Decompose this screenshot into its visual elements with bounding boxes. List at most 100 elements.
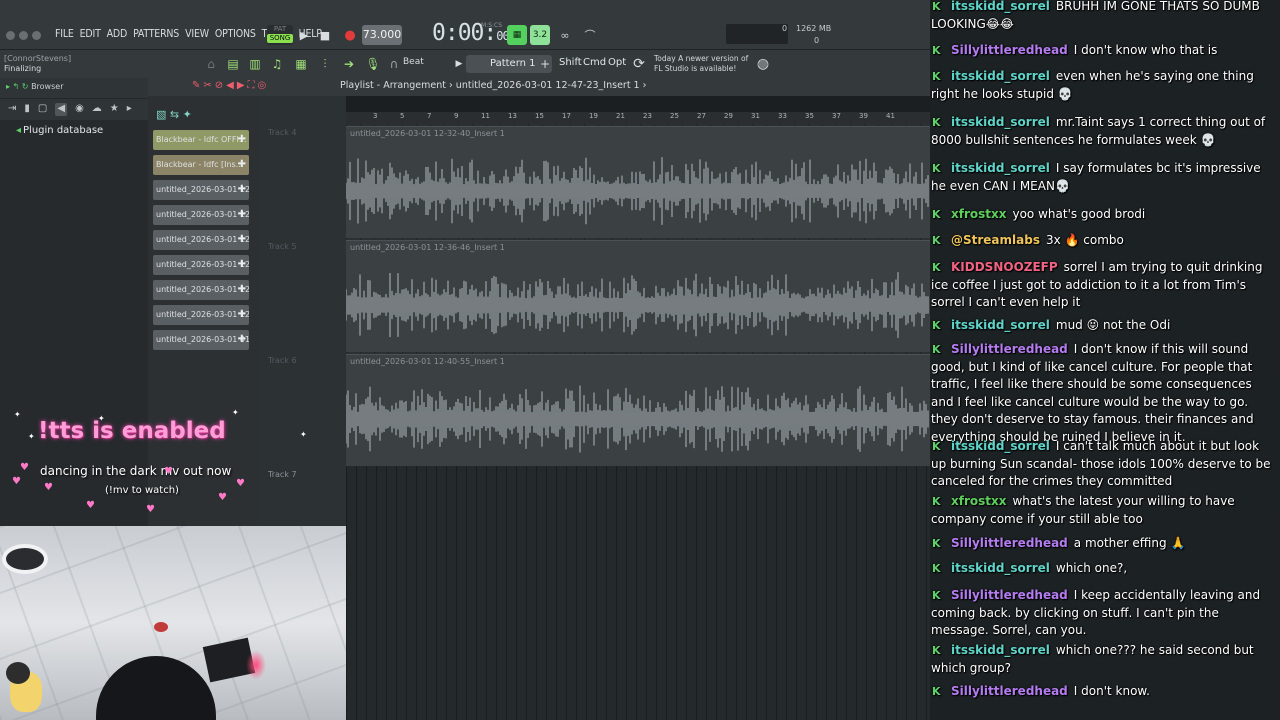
chat-username[interactable]: KIDDSNOOZEFP — [951, 260, 1058, 274]
channel-item[interactable]: untitled_2026-03-01 12-...✚ — [153, 305, 249, 325]
browser-header: ▸ ↰ ↻ Browser — [0, 78, 148, 98]
opt-button[interactable]: Opt — [608, 57, 626, 68]
track-label[interactable]: Track 5 — [268, 242, 297, 251]
chat-username[interactable]: itsskidd_sorrel — [951, 318, 1050, 332]
speaker-icon[interactable]: ◀ — [55, 103, 68, 116]
chat-username[interactable]: Sillylittleredhead — [951, 342, 1068, 356]
stop-icon[interactable]: ■ — [315, 25, 335, 45]
chat-username[interactable]: @Streamlabs — [951, 233, 1040, 247]
metronome-icon[interactable]: ▦ — [507, 25, 527, 45]
menu-options[interactable]: OPTIONS — [212, 28, 259, 40]
audio-clip[interactable]: untitled_2026-03-01 12-40-55_Insert 1 — [346, 354, 930, 466]
channel-add-icon[interactable]: ✚ — [238, 180, 246, 200]
step-edit-icon[interactable]: ⌒ — [580, 25, 600, 45]
magnet-icon[interactable]: ∩ — [385, 55, 403, 73]
piano-roll-icon[interactable]: ♫ — [268, 55, 286, 73]
chat-username[interactable]: itsskidd_sorrel — [951, 643, 1050, 657]
view-icon[interactable]: ▢ — [38, 103, 47, 116]
ceiling-lamp — [2, 544, 48, 574]
maximize-dot[interactable] — [32, 31, 41, 40]
picker-tools-icon[interactable]: ▧ ⇆ ✦ — [156, 108, 192, 121]
channel-add-icon[interactable]: ✚ — [238, 280, 246, 300]
heart-icon: ♥ — [236, 478, 245, 489]
menu-edit[interactable]: EDIT — [77, 28, 104, 40]
chat-username[interactable]: Sillylittleredhead — [951, 684, 1068, 698]
plugin-picker-icon[interactable]: ⫶ — [316, 55, 334, 73]
channel-item[interactable]: untitled_2026-03-01 12-...✚ — [153, 255, 249, 275]
clip-name: untitled_2026-03-01 12-32-40_Insert 1 — [350, 129, 505, 138]
add-pattern-icon[interactable]: + — [536, 55, 554, 73]
channel-label: untitled_2026-03-01 12-... — [156, 235, 249, 244]
chat-username[interactable]: itsskidd_sorrel — [951, 439, 1050, 453]
chat-message: K Sillylittleredhead I don't know if this … — [931, 341, 1276, 446]
chat-username[interactable]: itsskidd_sorrel — [951, 115, 1050, 129]
chat-username[interactable]: itsskidd_sorrel — [951, 161, 1050, 175]
empty-track-area[interactable] — [346, 466, 930, 720]
window-controls[interactable] — [6, 31, 41, 40]
file-icon[interactable]: ▮ — [24, 103, 30, 116]
chat-username[interactable]: itsskidd_sorrel — [951, 561, 1050, 575]
channel-item[interactable]: Blackbear - Idfc [Ins... ✚ — [153, 155, 249, 175]
channel-add-icon[interactable]: ✚ — [238, 130, 246, 150]
news-panel[interactable]: Today A newer version of FL Studio is av… — [654, 54, 748, 74]
sounds-icon[interactable]: ◉ — [75, 103, 84, 116]
menu-patterns[interactable]: PATTERNS — [130, 28, 182, 40]
channel-add-icon[interactable]: ✚ — [238, 155, 246, 175]
audio-clip[interactable]: untitled_2026-03-01 12-36-46_Insert 1 — [346, 240, 930, 352]
chat-username[interactable]: xfrostxx — [951, 207, 1006, 221]
playlist-tools-icon[interactable]: ✎✂⊘◀▶⛶◎ — [192, 80, 269, 91]
shift-button[interactable]: Shift — [559, 57, 582, 68]
menu-file[interactable]: FILE — [52, 28, 77, 40]
chat-username[interactable]: xfrostxx — [951, 494, 1006, 508]
channel-item[interactable]: untitled_2026-03-01 12-...✚ — [153, 180, 249, 200]
channel-item[interactable]: untitled_2026-03-01 01... ✚ — [153, 330, 249, 350]
more-icon[interactable]: ▸ — [127, 103, 132, 116]
microphone-icon[interactable]: 🎙 — [364, 55, 382, 73]
loop-record-icon[interactable]: ∞ — [555, 25, 575, 45]
favorite-icon[interactable]: ★ — [110, 103, 119, 116]
chat-username[interactable]: Sillylittleredhead — [951, 588, 1068, 602]
playlist-icon[interactable]: ▤ — [224, 55, 242, 73]
snap-beat[interactable]: Beat — [403, 57, 424, 67]
chat-message: Kitsskidd_sorrel I say formulates bc it's… — [931, 160, 1276, 195]
channel-add-icon[interactable]: ✚ — [238, 330, 246, 350]
snap-icon[interactable]: ⌂ — [202, 55, 220, 73]
cmd-button[interactable]: Cmd — [583, 57, 606, 68]
channel-item[interactable]: Blackbear - Idfc OFFI... ✚ — [153, 130, 249, 150]
menu-view[interactable]: VIEW — [182, 28, 212, 40]
tempo-display[interactable]: 73.000 — [362, 25, 402, 45]
cloud-icon[interactable]: ☁ — [92, 103, 102, 116]
channel-add-icon[interactable]: ✚ — [238, 205, 246, 225]
audio-clip[interactable]: untitled_2026-03-01 12-32-40_Insert 1 — [346, 126, 930, 238]
wait-input-icon[interactable]: 3.2 — [530, 25, 550, 45]
pat-song-toggle[interactable]: PAT SONG — [267, 25, 293, 45]
heart-icon: ♥ — [20, 462, 29, 473]
channel-add-icon[interactable]: ✚ — [238, 230, 246, 250]
mixer-icon[interactable]: ▦ — [292, 55, 310, 73]
minimize-dot[interactable] — [19, 31, 28, 40]
news-icon[interactable]: ⟳ — [630, 55, 648, 73]
channel-rack-icon[interactable]: ▥ — [246, 55, 264, 73]
track-label[interactable]: Track 7 — [268, 470, 297, 479]
chat-username[interactable]: itsskidd_sorrel — [951, 69, 1050, 83]
timeline-ruler[interactable]: 3 5 7 9 11 13 15 17 19 21 23 25 27 29 31 33 35 37 39 41 — [346, 112, 930, 124]
arrow-icon[interactable]: ➔ — [340, 55, 358, 73]
menu-add[interactable]: ADD — [104, 28, 130, 40]
close-dot[interactable] — [6, 31, 15, 40]
track-label[interactable]: Track 4 — [268, 128, 297, 137]
collapse-icon[interactable]: ⇥ — [8, 103, 16, 116]
channel-add-icon[interactable]: ✚ — [238, 305, 246, 325]
globe-icon[interactable]: ◍ — [754, 55, 772, 73]
channel-item[interactable]: untitled_2026-03-01 12-...✚ — [153, 205, 249, 225]
browser-item-plugin-database[interactable]: ◂ Plugin database — [16, 125, 103, 136]
chat-username[interactable]: Sillylittleredhead — [951, 43, 1068, 57]
play-icon[interactable]: ▶ — [294, 25, 314, 45]
channel-item[interactable]: untitled_2026-03-01 12-...✚ — [153, 280, 249, 300]
channel-item[interactable]: untitled_2026-03-01 12-...✚ — [153, 230, 249, 250]
record-icon[interactable]: ● — [340, 25, 360, 45]
browser-arrows-icon[interactable]: ▸ ↰ ↻ — [6, 82, 29, 91]
chat-username[interactable]: Sillylittleredhead — [951, 536, 1068, 550]
chat-username[interactable]: itsskidd_sorrel — [951, 0, 1050, 13]
channel-add-icon[interactable]: ✚ — [238, 255, 246, 275]
track-label[interactable]: Track 6 — [268, 356, 297, 365]
